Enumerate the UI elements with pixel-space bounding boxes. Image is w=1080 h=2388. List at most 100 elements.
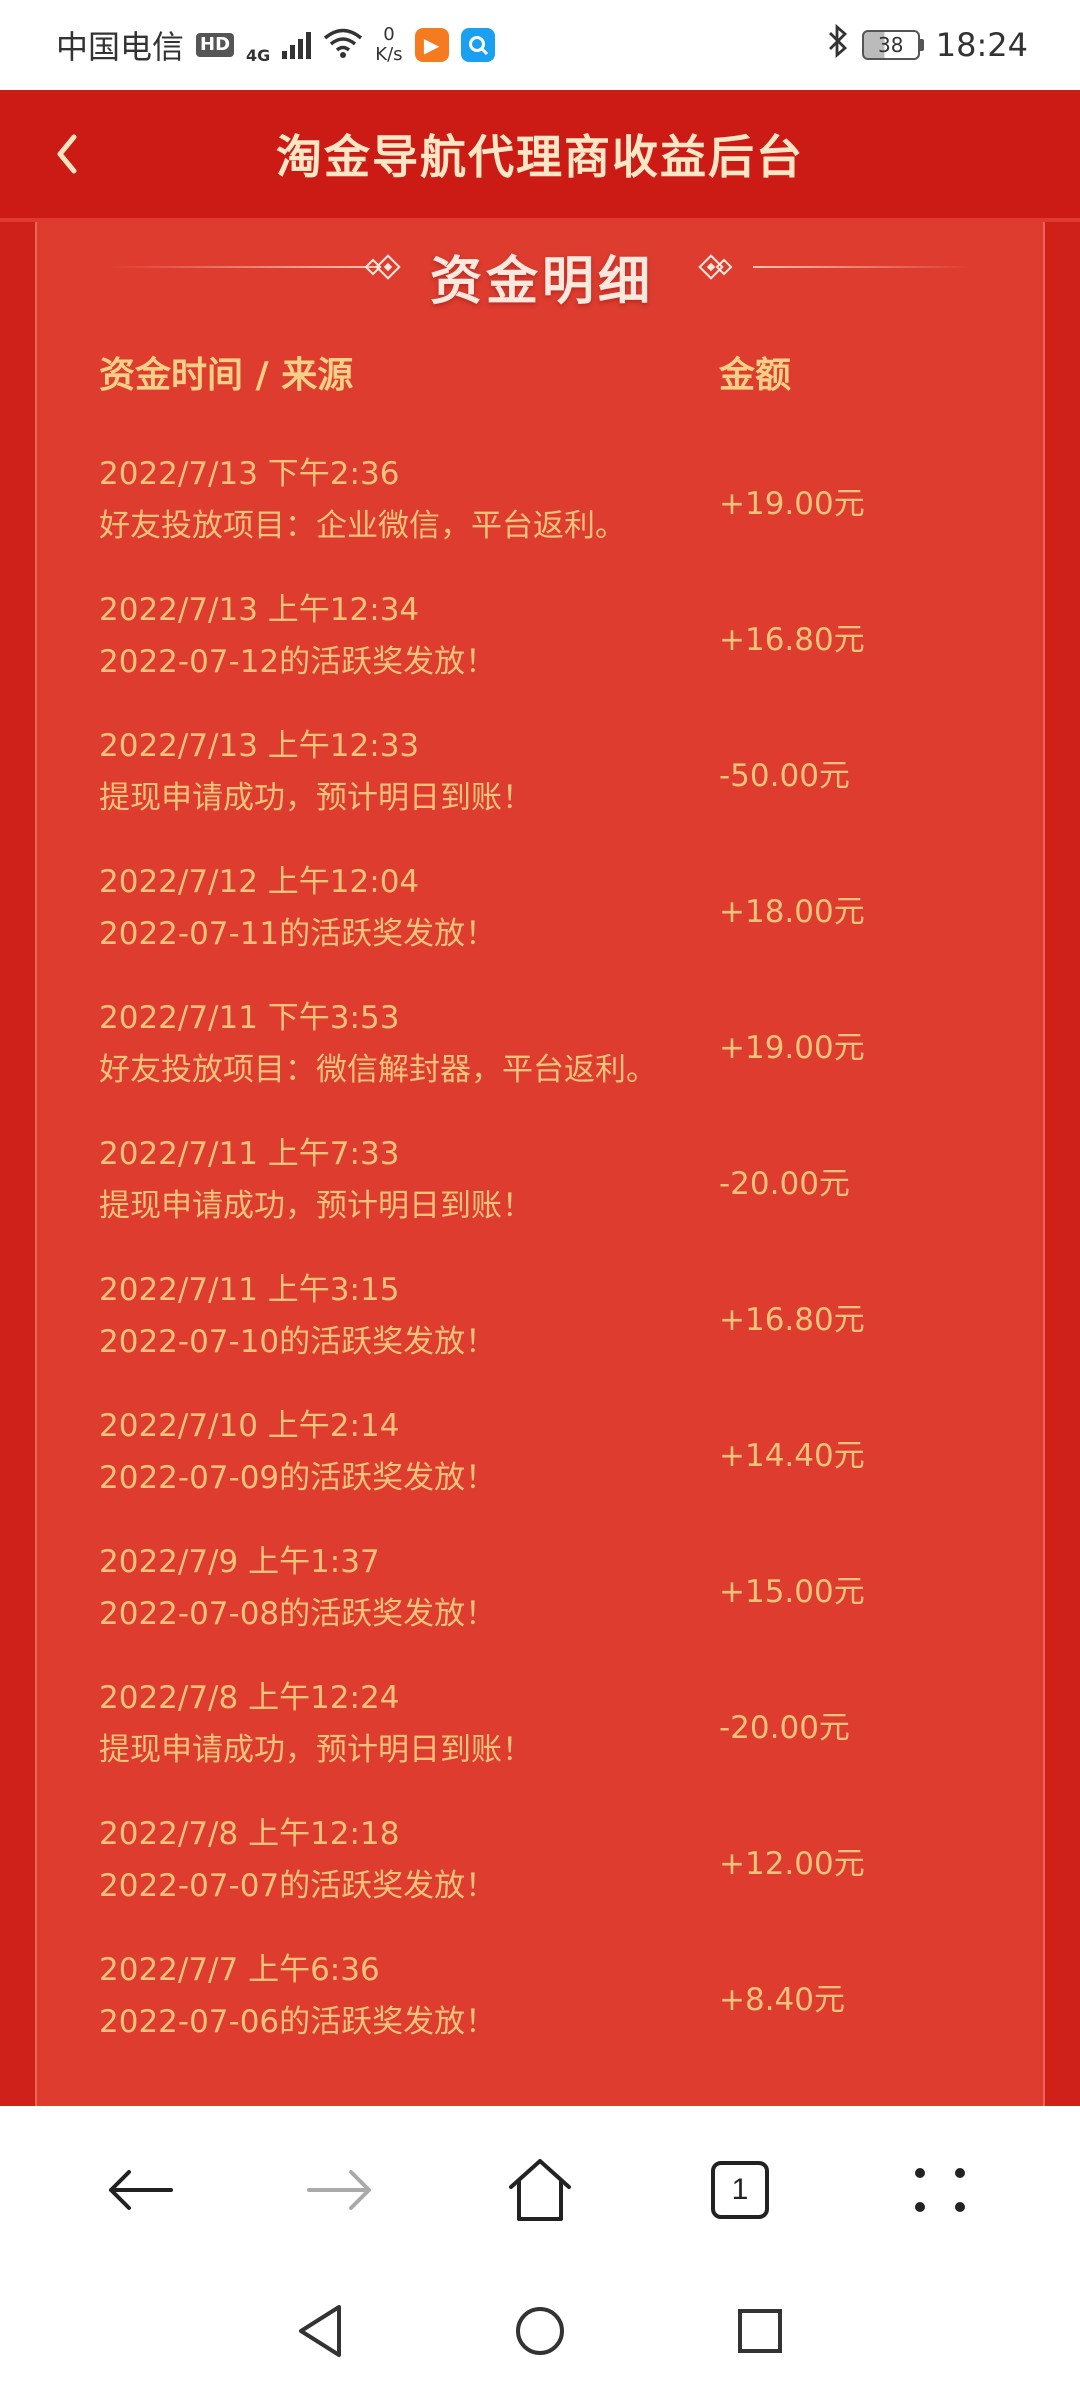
transaction-source: 提现申请成功，预计明日到账！ <box>99 780 533 816</box>
transaction-row: 2022/7/12 上午12:04 2022-07-11的活跃奖发放！ +18.00… <box>99 840 1019 976</box>
section-title-row: 资金明细 <box>37 236 1047 316</box>
transaction-row: 2022/7/8 上午12:24 提现申请成功，预计明日到账！ -20.00元 <box>99 1656 1019 1792</box>
hd-badge: HD <box>196 33 235 57</box>
system-navigation-bar <box>0 2274 1080 2388</box>
transaction-time: 2022/7/13 上午12:33 <box>99 728 420 764</box>
network-speed: 0 K/s <box>375 25 402 65</box>
browser-menu-button[interactable] <box>890 2140 990 2240</box>
transaction-info: 2022/7/8 上午12:24 提现申请成功，预计明日到账！ <box>99 1672 719 1776</box>
transaction-amount: -20.00元 <box>719 1709 850 1746</box>
circle-home-icon <box>516 2307 564 2355</box>
transaction-amount: +14.40元 <box>719 1437 865 1474</box>
transaction-row: 2022/7/11 下午3:53 好友投放项目：微信解封器，平台返利。 +19.00… <box>99 976 1019 1112</box>
transaction-row: 2022/7/11 上午7:33 提现申请成功，预计明日到账！ -20.00元 <box>99 1112 1019 1248</box>
bluetooth-icon <box>826 23 850 66</box>
transaction-info: 2022/7/13 上午12:34 2022-07-12的活跃奖发放！ <box>99 584 719 688</box>
column-headers: 资金时间 / 来源 金额 <box>99 346 999 396</box>
transaction-row: 2022/7/7 上午6:36 2022-07-06的活跃奖发放！ +8.40元 <box>99 1928 1019 2064</box>
arrow-right-icon <box>307 2170 371 2210</box>
transaction-info: 2022/7/13 下午2:36 好友投放项目：企业微信，平台返利。 <box>99 448 719 552</box>
transaction-amount: +16.80元 <box>719 621 865 658</box>
carrier-name: 中国电信 <box>56 28 185 66</box>
transaction-time: 2022/7/11 上午7:33 <box>99 1136 400 1172</box>
transaction-time: 2022/7/9 上午1:37 <box>99 1544 380 1580</box>
transaction-info: 2022/7/12 上午12:04 2022-07-11的活跃奖发放！ <box>99 856 719 960</box>
browser-home-button[interactable] <box>490 2140 590 2240</box>
transaction-source: 2022-07-07的活跃奖发放！ <box>99 1868 497 1904</box>
status-time: 18:24 <box>935 26 1028 64</box>
browser-toolbar: 1 <box>0 2106 1080 2274</box>
transaction-amount: +16.80元 <box>719 1301 865 1338</box>
system-recents-button[interactable] <box>730 2301 790 2361</box>
transaction-time: 2022/7/13 上午12:34 <box>99 592 420 628</box>
square-recents-icon <box>738 2309 782 2353</box>
transaction-source: 提现申请成功，预计明日到账！ <box>99 1732 533 1768</box>
transaction-info: 2022/7/11 下午3:53 好友投放项目：微信解封器，平台返利。 <box>99 992 719 1096</box>
transaction-time: 2022/7/8 上午12:18 <box>99 1816 400 1852</box>
status-right: 38 18:24 <box>826 23 1028 66</box>
transaction-amount: +8.40元 <box>719 1981 845 2018</box>
transaction-source: 2022-07-12的活跃奖发放！ <box>99 644 497 680</box>
transaction-amount: +18.00元 <box>719 893 865 930</box>
column-header-amount: 金额 <box>719 355 792 396</box>
menu-dots-icon <box>915 2168 965 2212</box>
transaction-time: 2022/7/10 上午2:14 <box>99 1408 400 1444</box>
transaction-source: 2022-07-08的活跃奖发放！ <box>99 1596 497 1632</box>
transaction-row: 2022/7/13 上午12:34 2022-07-12的活跃奖发放！ +16.80… <box>99 568 1019 704</box>
transaction-time: 2022/7/11 下午3:53 <box>99 1000 400 1036</box>
page-title: 淘金导航代理商收益后台 <box>276 130 804 184</box>
transaction-info: 2022/7/13 上午12:33 提现申请成功，预计明日到账！ <box>99 720 719 824</box>
wifi-icon <box>323 27 363 63</box>
browser-back-button[interactable] <box>90 2140 190 2240</box>
system-home-button[interactable] <box>510 2301 570 2361</box>
funds-detail-panel: 资金明细 资金时间 / 来源 金额 2022/7/13 下午2:36 好友投放项目… <box>35 222 1045 2106</box>
status-bar: 中国电信 HD 4G 0 K/s ▶ 38 18:24 <box>0 0 1080 90</box>
transaction-time: 2022/7/12 上午12:04 <box>99 864 420 900</box>
transaction-source: 好友投放项目：微信解封器，平台返利。 <box>99 1052 657 1088</box>
browser-forward-button[interactable] <box>290 2140 390 2240</box>
transaction-row: 2022/7/10 上午2:14 2022-07-09的活跃奖发放！ +14.40元 <box>99 1384 1019 1520</box>
speed-unit: K/s <box>375 44 403 65</box>
system-back-button[interactable] <box>290 2301 350 2361</box>
triangle-back-icon <box>299 2305 341 2357</box>
column-header-time: 资金时间 / 来源 <box>99 355 354 396</box>
transaction-source: 2022-07-09的活跃奖发放！ <box>99 1460 497 1496</box>
transaction-row: 2022/7/9 上午1:37 2022-07-08的活跃奖发放！ +15.00元 <box>99 1520 1019 1656</box>
title-divider-right <box>753 266 973 268</box>
back-button[interactable] <box>42 124 92 184</box>
transaction-info: 2022/7/10 上午2:14 2022-07-09的活跃奖发放！ <box>99 1400 719 1504</box>
transaction-info: 2022/7/11 上午7:33 提现申请成功，预计明日到账！ <box>99 1128 719 1232</box>
transaction-source: 2022-07-11的活跃奖发放！ <box>99 916 497 952</box>
transaction-time: 2022/7/13 下午2:36 <box>99 456 400 492</box>
transaction-time: 2022/7/8 上午12:24 <box>99 1680 400 1716</box>
transaction-amount: -50.00元 <box>719 757 850 794</box>
transaction-amount: +19.00元 <box>719 1029 865 1066</box>
section-title: 资金明细 <box>429 251 654 312</box>
transaction-info: 2022/7/7 上午6:36 2022-07-06的活跃奖发放！ <box>99 1944 719 2048</box>
transaction-time: 2022/7/11 上午3:15 <box>99 1272 400 1308</box>
transaction-row: 2022/7/13 下午2:36 好友投放项目：企业微信，平台返利。 +19.00元 <box>99 432 1019 568</box>
diamond-ornament-icon <box>698 253 746 281</box>
app-header: 淘金导航代理商收益后台 <box>0 90 1080 222</box>
transaction-time: 2022/7/7 上午6:36 <box>99 1952 380 1988</box>
main-content[interactable]: 资金明细 资金时间 / 来源 金额 2022/7/13 下午2:36 好友投放项目… <box>0 222 1080 2106</box>
transaction-amount: +12.00元 <box>719 1845 865 1882</box>
battery-icon: 38 <box>861 30 924 60</box>
network-type: 4G <box>246 46 271 65</box>
search-app-icon <box>460 28 495 62</box>
arrow-left-icon <box>109 2170 173 2210</box>
status-left: 中国电信 HD 4G 0 K/s ▶ <box>56 22 495 68</box>
home-icon <box>509 2159 571 2221</box>
transaction-amount: -20.00元 <box>719 1165 850 1202</box>
battery-level: 38 <box>861 30 920 60</box>
transaction-info: 2022/7/11 上午3:15 2022-07-10的活跃奖发放！ <box>99 1264 719 1368</box>
tab-count: 1 <box>711 2161 769 2219</box>
browser-tabs-button[interactable]: 1 <box>690 2140 790 2240</box>
transaction-row: 2022/7/13 上午12:33 提现申请成功，预计明日到账！ -50.00元 <box>99 704 1019 840</box>
transaction-info: 2022/7/9 上午1:37 2022-07-08的活跃奖发放！ <box>99 1536 719 1640</box>
transaction-amount: +19.00元 <box>719 485 865 522</box>
transaction-source: 提现申请成功，预计明日到账！ <box>99 1188 533 1224</box>
transaction-row: 2022/7/8 上午12:18 2022-07-07的活跃奖发放！ +12.00元 <box>99 1792 1019 1928</box>
chevron-left-icon <box>57 134 77 174</box>
transaction-source: 好友投放项目：企业微信，平台返利。 <box>99 508 626 544</box>
